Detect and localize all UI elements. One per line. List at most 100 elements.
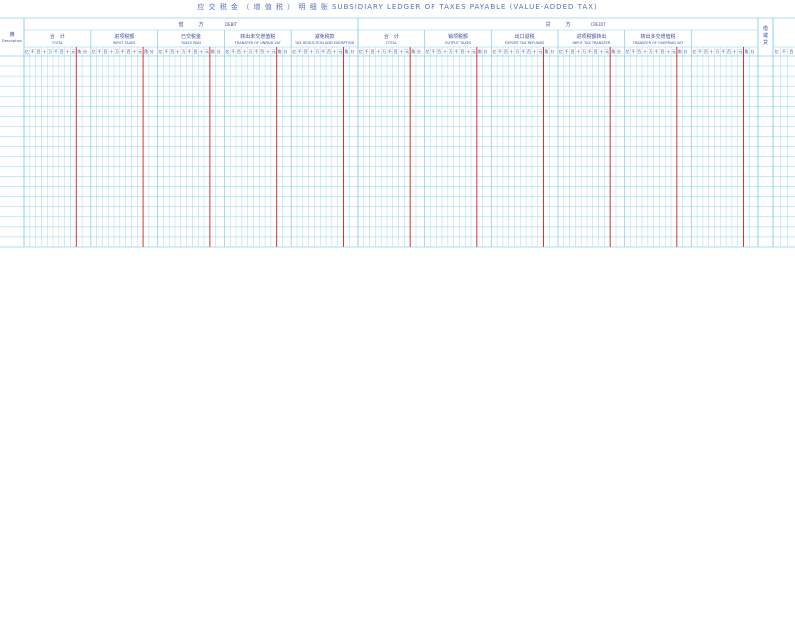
digit-unit-label: 千 [298,48,302,54]
digit-unit-label: 万 [449,49,453,54]
credit-header-cn: 贷 方 [545,21,570,28]
digit-unit-label: 万 [649,49,653,54]
digit-unit-label: 十 [466,48,470,54]
digit-unit-label: 角 [77,48,81,54]
debit-col-en: TOTAL [51,41,63,45]
debit-col-cn: 减免税款 [315,33,335,40]
debit-col-cn: 已交税金 [181,33,201,40]
digit-unit-label: 十 [42,48,46,54]
digit-unit-label: 百 [370,49,374,54]
digit-unit-label: 十 [266,48,270,54]
digit-unit-label: 千 [655,48,659,54]
digit-unit-label: 十 [176,48,180,54]
digit-unit-label: 万 [182,49,186,54]
digit-unit-label: 亿 [159,48,163,54]
digit-unit-label: 千 [565,48,569,54]
debit-col-cn: 合 计 [50,33,65,40]
debit-col-en: TAXES PAID [180,41,202,45]
digit-unit-label: 亿 [92,48,96,54]
digit-unit-label: 百 [170,49,174,54]
digit-unit-label: 千 [388,48,392,54]
digit-unit-label: 十 [710,48,714,54]
digit-unit-label: 十 [310,48,314,54]
balance-unit-label: 亿 [775,48,779,54]
digit-unit-label: 千 [121,48,125,54]
digit-unit-label: 千 [321,48,325,54]
digit-unit-label: 十 [333,48,337,54]
digit-unit-label: 百 [637,49,641,54]
digit-unit-label: 元 [272,49,276,54]
digit-unit-label: 千 [431,48,435,54]
digit-unit-label: 十 [733,48,737,54]
digit-unit-label: 万 [115,49,119,54]
digit-unit-label: 十 [599,48,603,54]
digit-unit-label: 千 [188,48,192,54]
digit-unit-label: 百 [37,49,41,54]
digit-unit-label: 百 [594,49,598,54]
digit-unit-label: 角 [544,48,548,54]
digit-unit-label: 千 [521,48,525,54]
digit-unit-label: 千 [698,48,702,54]
digit-unit-label: 元 [405,49,409,54]
digit-unit-label: 千 [54,48,58,54]
digit-unit-label: 元 [605,49,609,54]
digit-unit-label: 十 [109,48,113,54]
digit-unit-label: 千 [98,48,102,54]
digit-unit-label: 百 [103,49,107,54]
digit-unit-label: 百 [570,49,574,54]
digit-unit-label: 亿 [25,48,29,54]
digit-unit-label: 元 [138,49,142,54]
balance-unit-label: 千 [782,48,786,54]
debit-header-cn: 借 方 [178,21,203,28]
digit-unit-label: 十 [243,48,247,54]
digit-unit-label: 百 [704,49,708,54]
credit-col-cn: 合 计 [384,33,399,40]
credit-col-en: INPUT TAX TRANSFER [572,41,610,45]
direction-header-char: 贷 [763,39,768,46]
digit-unit-label: 百 [660,49,664,54]
digit-unit-label: 元 [472,49,476,54]
digit-unit-label: 十 [643,48,647,54]
digit-unit-label: 百 [460,49,464,54]
digit-unit-label: 角 [478,48,482,54]
debit-col-cn: 进项税额 [114,33,134,40]
credit-col-en: EXPORT TAX REFUNDS [505,41,545,45]
digit-unit-label: 百 [504,49,508,54]
description-header-cn: 摘 [9,31,14,38]
digit-unit-label: 亿 [292,48,296,54]
digit-unit-label: 万 [582,49,586,54]
digit-unit-label: 百 [60,49,64,54]
digit-unit-label: 元 [339,49,343,54]
digit-unit-label: 千 [721,48,725,54]
digit-unit-label: 亿 [626,48,630,54]
credit-col-cn: 进项税额转出 [576,33,606,40]
digit-unit-label: 元 [71,49,75,54]
digit-unit-label: 角 [344,48,348,54]
ledger-grid: 合 计TOTAL亿千百十万千百十元角分进项税额INPUT TAXES亿千百十万千… [0,17,795,248]
credit-col-en: TOTAL [385,41,397,45]
digit-unit-label: 分 [217,48,221,54]
digit-unit-label: 百 [193,49,197,54]
digit-unit-label: 十 [666,48,670,54]
digit-unit-label: 十 [443,48,447,54]
digit-unit-label: 千 [164,48,168,54]
digit-unit-label: 万 [249,49,253,54]
digit-unit-label: 十 [576,48,580,54]
digit-unit-label: 千 [31,48,35,54]
digit-unit-label: 亿 [225,48,229,54]
debit-col-en: INPUT TAXES [113,41,136,45]
digit-unit-label: 万 [48,49,52,54]
digit-unit-label: 十 [376,48,380,54]
digit-unit-label: 角 [144,48,148,54]
digit-unit-label: 角 [611,48,615,54]
digit-unit-label: 元 [205,49,209,54]
digit-unit-label: 十 [399,48,403,54]
digit-unit-label: 分 [550,48,554,54]
digit-unit-label: 十 [132,48,136,54]
digit-unit-label: 万 [715,49,719,54]
digit-unit-label: 十 [66,48,70,54]
digit-unit-label: 千 [365,48,369,54]
digit-unit-label: 十 [533,48,537,54]
credit-col-en: OUTPUT TAXES [445,41,472,45]
digit-unit-label: 亿 [359,48,363,54]
